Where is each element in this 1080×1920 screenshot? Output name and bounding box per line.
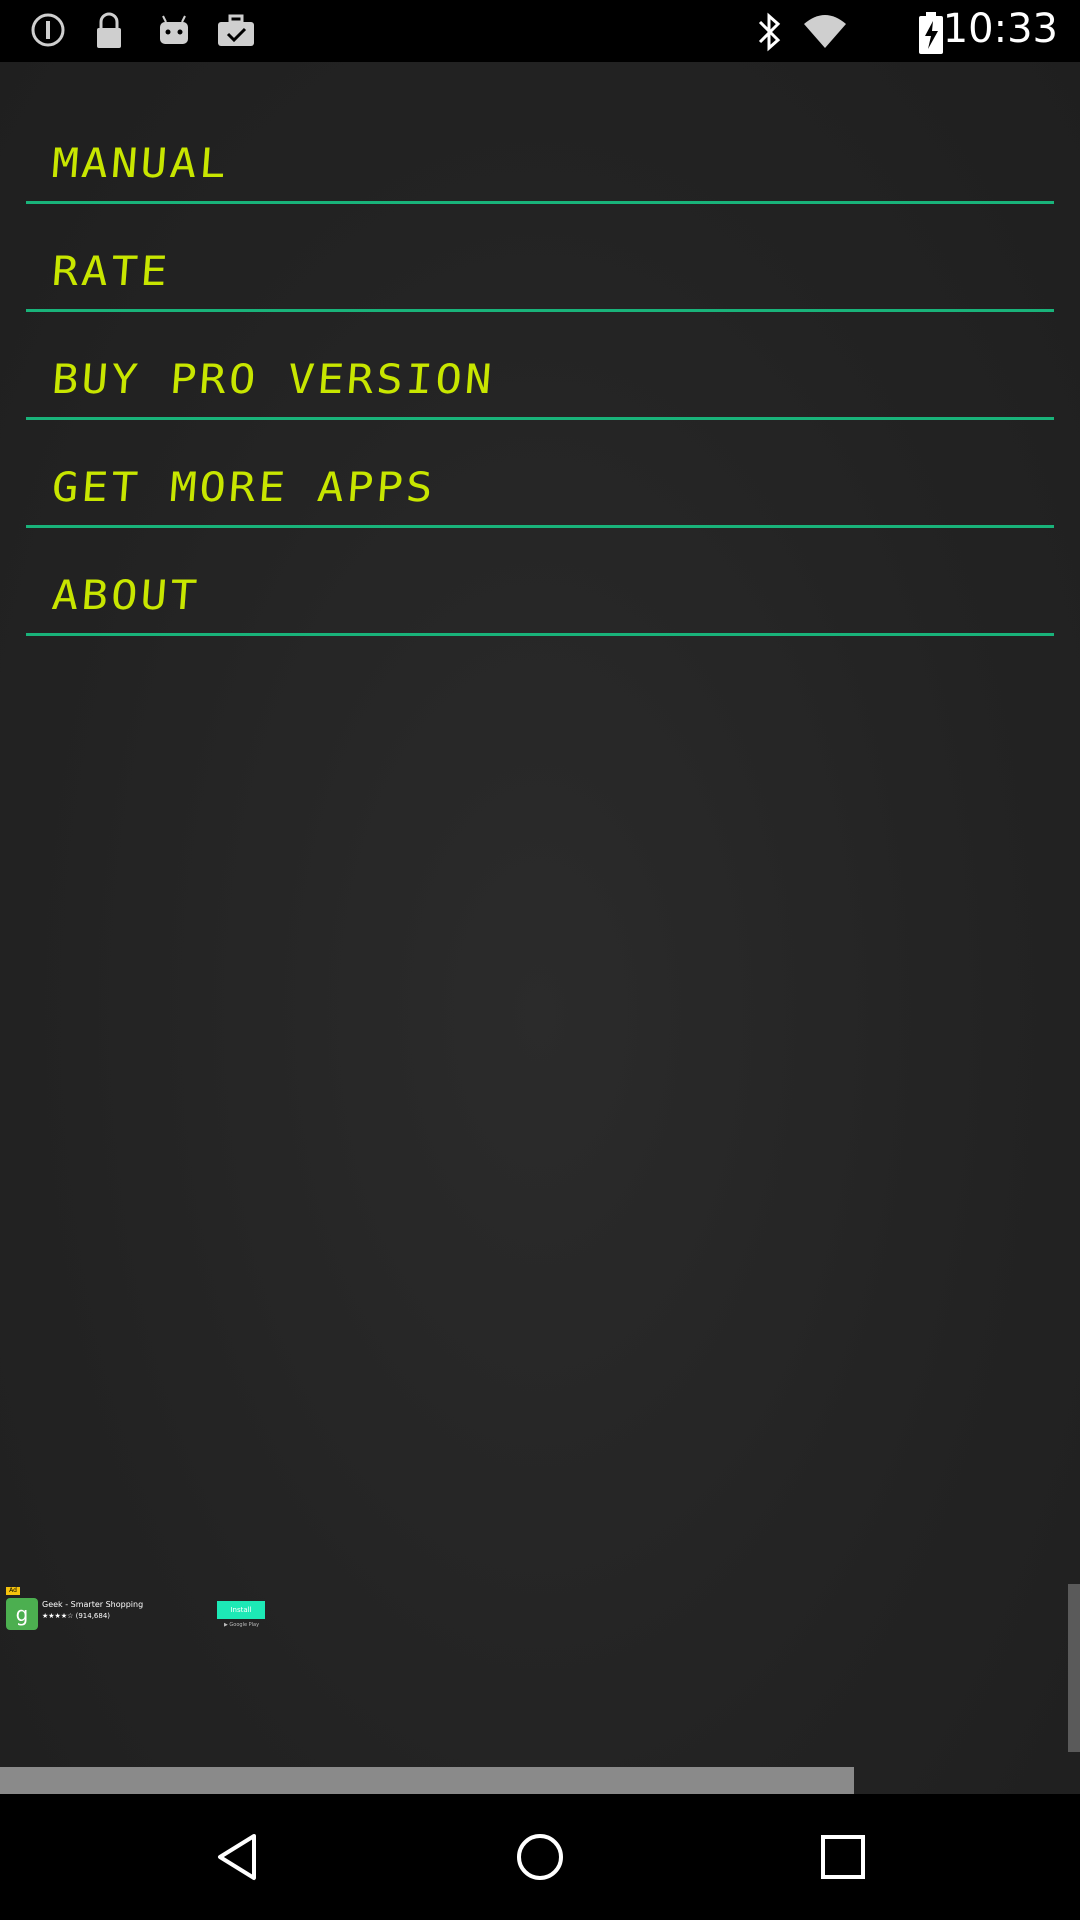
menu-item-label: Manual bbox=[50, 140, 231, 187]
menu-item-label: Rate bbox=[50, 248, 172, 295]
ad-app-name: Geek - Smarter Shopping bbox=[42, 1600, 144, 1609]
menu-item-manual[interactable]: Manual bbox=[26, 98, 1054, 204]
menu-item-label: About bbox=[50, 572, 202, 619]
menu-item-label: Buy Pro Version bbox=[50, 356, 497, 403]
menu-item-get-more-apps[interactable]: Get More Apps bbox=[26, 422, 1054, 528]
recents-square-icon[interactable] bbox=[818, 1832, 868, 1882]
home-circle-icon[interactable] bbox=[515, 1832, 565, 1882]
menu-item-buy-pro[interactable]: Buy Pro Version bbox=[26, 314, 1054, 420]
progress-bar bbox=[0, 1767, 854, 1794]
clock: 10:33 bbox=[942, 6, 1058, 52]
ad-rating: ★★★★☆ (914,684) bbox=[42, 1612, 111, 1620]
info-circle-icon bbox=[31, 13, 65, 47]
navigation-bar bbox=[0, 1794, 1080, 1920]
menu-item-about[interactable]: About bbox=[26, 530, 1054, 636]
status-bar: 10:33 bbox=[0, 0, 1080, 62]
scrollbar[interactable] bbox=[1068, 1584, 1080, 1752]
app-icon[interactable]: g bbox=[6, 1598, 38, 1630]
battery-charging-icon bbox=[919, 12, 943, 54]
google-play-label: ▶ Google Play bbox=[224, 1622, 260, 1628]
ad-badge: Ad bbox=[6, 1587, 20, 1595]
install-button[interactable]: Install bbox=[217, 1601, 265, 1619]
back-triangle-icon[interactable] bbox=[212, 1832, 262, 1882]
wifi-icon bbox=[804, 15, 846, 48]
bluetooth-icon bbox=[758, 12, 781, 52]
briefcase-check-icon bbox=[218, 14, 254, 46]
menu-item-rate[interactable]: Rate bbox=[26, 206, 1054, 312]
android-icon bbox=[160, 15, 188, 44]
menu-item-label: Get More Apps bbox=[50, 464, 438, 511]
lock-icon bbox=[97, 12, 121, 48]
menu-screen: Manual Rate Buy Pro Version Get More App… bbox=[0, 62, 1080, 1794]
ad-banner[interactable]: Ad g Geek - Smarter Shopping ★★★★☆ (914,… bbox=[0, 1584, 280, 1634]
